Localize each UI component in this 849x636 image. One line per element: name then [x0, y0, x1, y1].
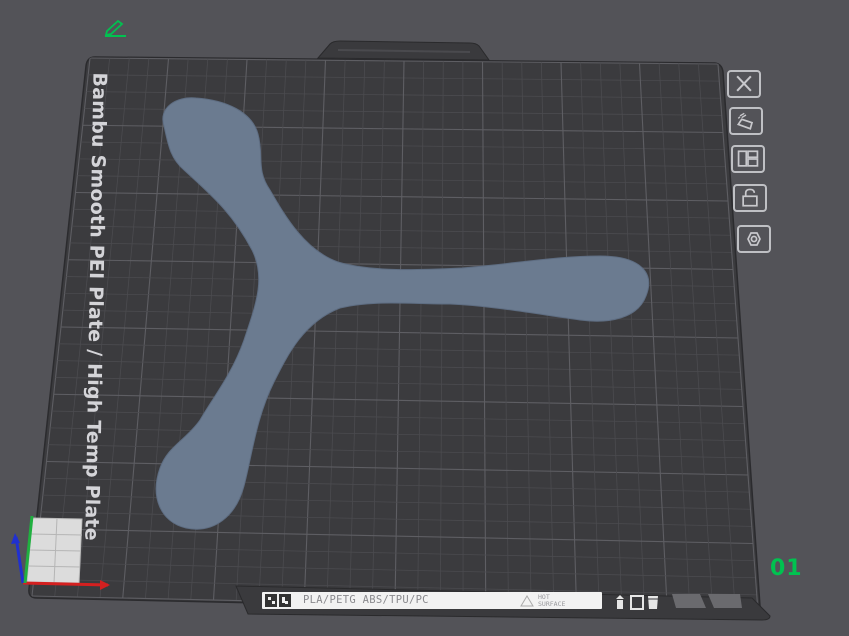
plate-settings-icon — [747, 232, 761, 246]
plate-logo-icon — [265, 594, 291, 607]
arrange-button[interactable] — [731, 145, 765, 173]
plate-filament-types: PLA/PETG ABS/TPU/PC — [303, 594, 429, 606]
lock-icon — [742, 188, 758, 207]
origin-marker — [26, 517, 83, 584]
lock-plate-button[interactable] — [733, 184, 767, 212]
auto-orient-button[interactable] — [729, 107, 763, 135]
close-plate-button[interactable] — [727, 70, 761, 98]
plate-handle-marks — [672, 594, 742, 608]
plate-number[interactable]: 01 — [770, 556, 803, 581]
hot-surface-label: HOT SURFACE — [538, 593, 566, 608]
plate-settings-button[interactable] — [737, 225, 771, 253]
auto-orient-icon — [736, 112, 754, 130]
print-surface-icons — [616, 595, 658, 610]
build-plate-scene — [11, 40, 771, 621]
edit-plate-name-icon[interactable] — [104, 19, 128, 37]
3d-viewport[interactable]: Bambu Smooth PEI Plate / High Temp Plate — [0, 0, 849, 636]
close-icon — [736, 75, 752, 92]
warning-icon — [520, 595, 534, 607]
arrange-icon — [737, 150, 759, 167]
